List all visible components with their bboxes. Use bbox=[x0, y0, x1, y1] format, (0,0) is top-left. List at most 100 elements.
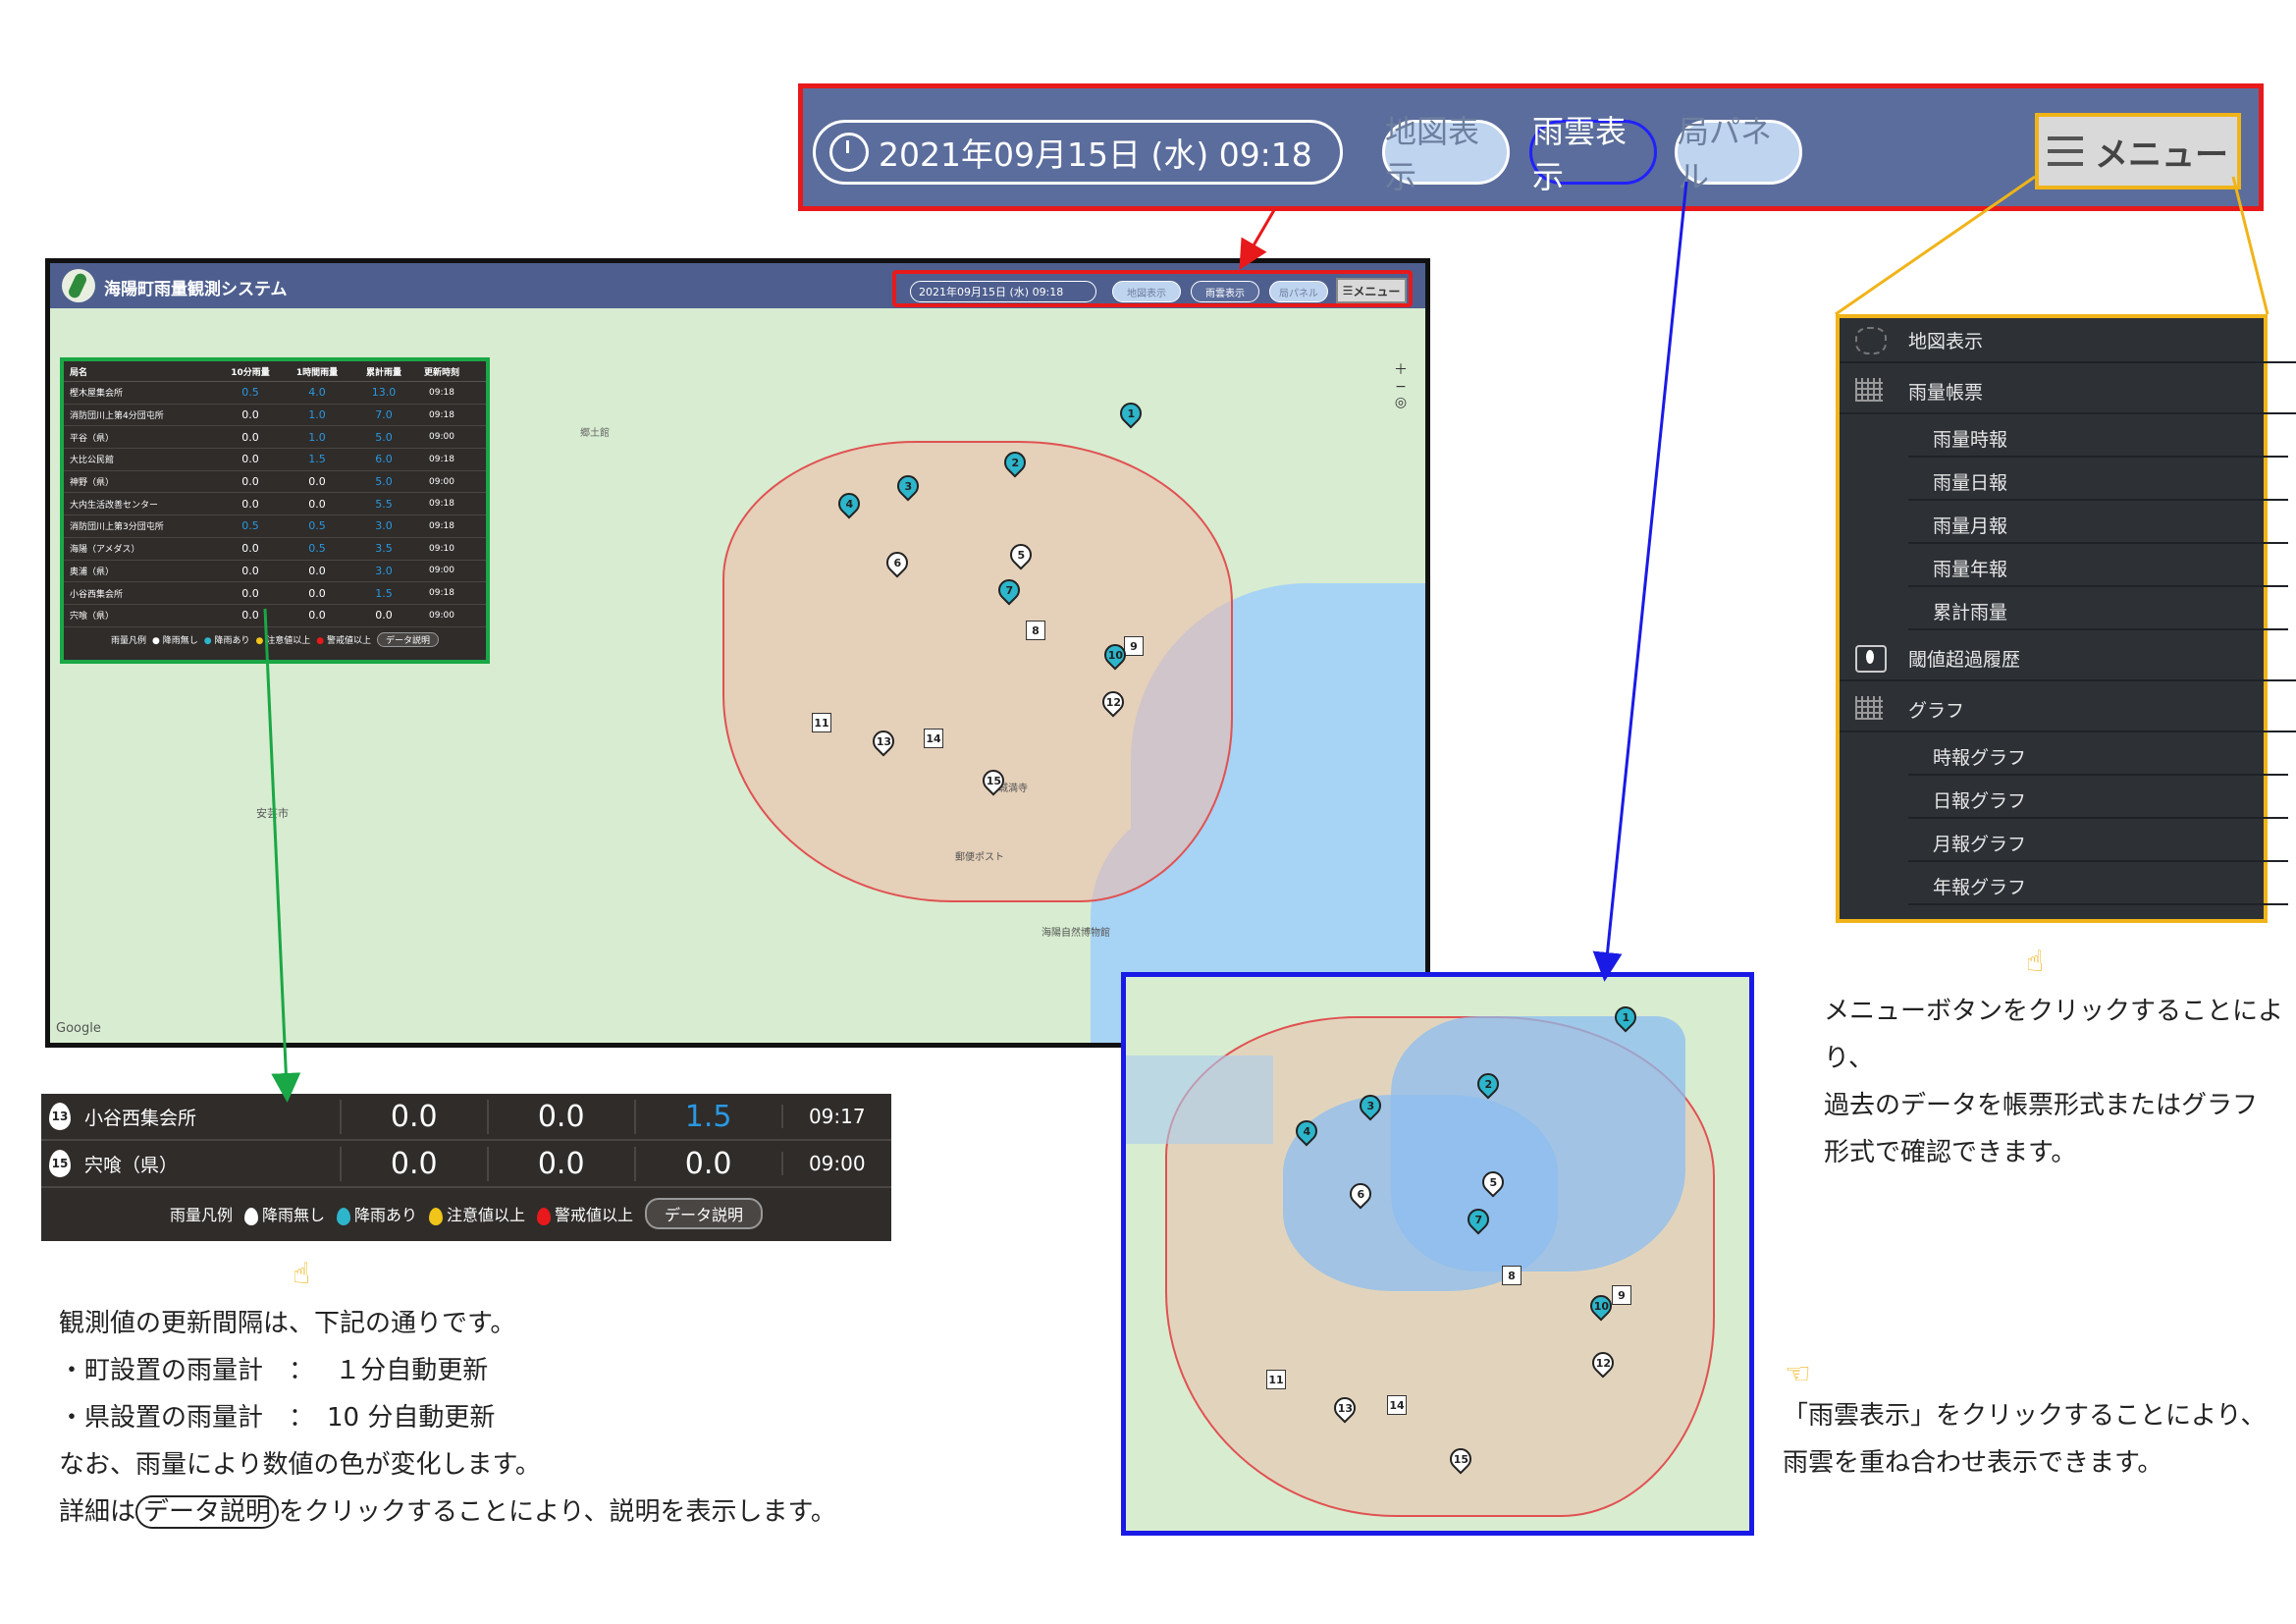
table-row[interactable]: 15 宍喰（県） 0.0 0.0 0.0 09:00 bbox=[41, 1141, 891, 1188]
rain-1hour: 0.0 bbox=[308, 497, 326, 511]
menu-item[interactable]: 地図表示 bbox=[1840, 318, 2296, 363]
header-time: 更新時刻 bbox=[423, 367, 459, 378]
mini-rain-button[interactable]: 雨雲表示 bbox=[1191, 281, 1259, 302]
update-note: 観測値の更新間隔は、下記の通りです。 ・町設置の雨量計 ： １分自動更新 ・県設… bbox=[59, 1300, 836, 1536]
menu-item[interactable]: 日報グラフ bbox=[1908, 782, 2288, 819]
rain-cloud-button[interactable]: 雨雲表示 bbox=[1529, 113, 1657, 195]
station-marker[interactable]: 9 bbox=[1124, 636, 1144, 656]
table-row[interactable]: 海陽（アメダス） 0.0 0.5 3.5 09:10 bbox=[64, 538, 486, 561]
mini-menu-label: メニュー bbox=[1353, 284, 1401, 298]
update-time: 09:18 bbox=[429, 588, 454, 599]
station-name: 宍喰（県） bbox=[70, 612, 115, 623]
station-name-text: 小谷西集会所 bbox=[84, 1107, 197, 1129]
station-name: 海陽（アメダス） bbox=[70, 545, 140, 556]
rain-1hour: 0.0 bbox=[486, 1146, 634, 1181]
station-marker[interactable]: 11 bbox=[812, 713, 831, 732]
note-line: なお、雨量により数値の色が変化します。 bbox=[59, 1450, 541, 1480]
note-line: 過去のデータを帳票形式またはグラフ bbox=[1824, 1091, 2259, 1120]
station-name: 大比公民館 bbox=[70, 456, 115, 466]
blue-connector bbox=[1592, 181, 1688, 982]
town-boundary bbox=[722, 441, 1233, 902]
table-row[interactable]: 平谷（県） 0.0 1.0 5.0 09:00 bbox=[64, 426, 486, 450]
table-row[interactable]: 宍喰（県） 0.0 0.0 0.0 09:00 bbox=[64, 605, 486, 627]
table-body: 樫木屋集会所 0.5 4.0 13.0 09:18 消防団川上第4分団屯所 0.0 1.0 7.… bbox=[64, 382, 486, 627]
mini-map-button[interactable]: 地図表示 bbox=[1112, 281, 1181, 302]
menu-item[interactable]: 閾値超過履歴 bbox=[1840, 636, 2296, 681]
map[interactable]: 郷土館 安芸市 海陽自然博物館 城満寺 郵便ポスト Google 1 2 3 4… bbox=[50, 308, 1425, 1043]
table-row[interactable]: 神野（県） 0.0 0.0 5.0 09:00 bbox=[64, 471, 486, 494]
rain-1hour: 4.0 bbox=[308, 386, 326, 400]
update-time: 09:10 bbox=[429, 543, 454, 554]
map-label: 安芸市 bbox=[256, 807, 289, 820]
rain-1hour: 0.0 bbox=[308, 586, 326, 600]
menu-item[interactable]: 雨量日報 bbox=[1908, 463, 2288, 501]
menu-item-label: 雨量年報 bbox=[1933, 558, 2008, 580]
map-view-button[interactable]: 地図表示 bbox=[1382, 113, 1510, 195]
map-icon bbox=[1855, 327, 1887, 354]
table-row[interactable]: 樫木屋集会所 0.5 4.0 13.0 09:18 bbox=[64, 382, 486, 405]
table-row[interactable]: 消防団川上第3分団屯所 0.5 0.5 3.0 09:18 bbox=[64, 515, 486, 538]
menu-item[interactable]: 雨量帳票 bbox=[1840, 369, 2296, 414]
rain-10min: 0.5 bbox=[241, 386, 259, 400]
rain-1hour: 1.0 bbox=[308, 408, 326, 422]
legend-rain: ● 降雨あり bbox=[203, 636, 250, 647]
update-time: 09:18 bbox=[429, 409, 454, 420]
table-row[interactable]: 13 小谷西集会所 0.0 0.0 1.5 09:17 bbox=[41, 1094, 891, 1141]
station-marker[interactable]: 11 bbox=[1266, 1370, 1286, 1389]
menu-item-label: 雨量日報 bbox=[1933, 471, 2008, 494]
station-name: 15 宍喰（県） bbox=[41, 1150, 340, 1177]
rain-1hour: 1.5 bbox=[308, 453, 326, 466]
table-row[interactable]: 小谷西集会所 0.0 0.0 1.5 09:18 bbox=[64, 582, 486, 605]
menu-item[interactable]: 雨量時報 bbox=[1908, 420, 2288, 458]
legend-caution: ● 注意値以上 bbox=[255, 636, 311, 647]
zoomed-header-callout: 2021年09月15日 (水) 09:18 地図表示 雨雲表示 局パネル メニュ… bbox=[798, 83, 2264, 211]
header-controls: 2021年09月15日 (水) 09:18 地図表示 雨雲表示 局パネル ☰ メ… bbox=[892, 270, 1413, 307]
table-row[interactable]: 消防団川上第4分団屯所 0.0 1.0 7.0 09:18 bbox=[64, 405, 486, 427]
pointing-hand-icon: ☜ bbox=[1785, 1357, 1811, 1391]
menu-item[interactable]: 月報グラフ bbox=[1908, 825, 2288, 862]
red-connector bbox=[1239, 209, 1276, 270]
update-time: 09:00 bbox=[429, 610, 454, 621]
zoomed-table-callout: 13 小谷西集会所 0.0 0.0 1.5 09:17 15 宍喰（県） 0.0 0.0 0.0 09… bbox=[41, 1094, 891, 1241]
table-row[interactable]: 大内生活改善センター 0.0 0.0 5.5 09:18 bbox=[64, 493, 486, 516]
menu-button[interactable]: メニュー bbox=[2035, 113, 2241, 189]
menu-item[interactable]: グラフ bbox=[1840, 687, 2296, 732]
header-total: 累計雨量 bbox=[365, 367, 401, 378]
zoom-out-icon[interactable]: − bbox=[1390, 379, 1412, 395]
rain-total: 5.5 bbox=[375, 497, 393, 511]
rain-10min: 0.5 bbox=[241, 519, 259, 533]
legend-title: 雨量凡例 bbox=[111, 636, 147, 647]
grid-icon bbox=[1855, 378, 1883, 402]
table-row[interactable]: 大比公民館 0.0 1.5 6.0 09:18 bbox=[64, 449, 486, 471]
menu-item[interactable]: 時報グラフ bbox=[1908, 738, 2288, 776]
mini-datetime: 2021年09月15日 (水) 09:18 bbox=[910, 281, 1096, 302]
pointing-hand-icon: ☝ bbox=[2026, 945, 2045, 979]
table-row[interactable]: 奥浦（県） 0.0 0.0 3.0 09:00 bbox=[64, 561, 486, 583]
rain-10min: 0.0 bbox=[339, 1099, 487, 1134]
station-marker[interactable]: 14 bbox=[1387, 1395, 1407, 1415]
menu-item[interactable]: 雨量月報 bbox=[1908, 507, 2288, 544]
mini-menu-button[interactable]: ☰ メニュー bbox=[1336, 278, 1407, 303]
menu-item[interactable]: 雨量年報 bbox=[1908, 550, 2288, 587]
station-marker[interactable]: 9 bbox=[1612, 1285, 1631, 1305]
zoom-controls[interactable]: ＋ − ◎ bbox=[1390, 359, 1412, 428]
data-explain-button[interactable]: データ説明 bbox=[376, 632, 439, 648]
locate-icon[interactable]: ◎ bbox=[1390, 395, 1412, 410]
rain-10min: 0.0 bbox=[339, 1146, 487, 1181]
station-marker[interactable]: 8 bbox=[1502, 1266, 1522, 1285]
rain-total: 0.0 bbox=[633, 1146, 781, 1181]
station-name: 消防団川上第3分団屯所 bbox=[70, 522, 164, 533]
header-10min: 10分雨量 bbox=[231, 367, 270, 378]
station-marker[interactable]: 1 bbox=[1115, 398, 1147, 429]
zoom-in-icon[interactable]: ＋ bbox=[1390, 359, 1412, 379]
station-marker[interactable]: 8 bbox=[1026, 621, 1045, 640]
data-explain-button[interactable]: データ説明 bbox=[645, 1198, 764, 1229]
mini-panel-button[interactable]: 局パネル bbox=[1269, 281, 1328, 302]
menu-item[interactable]: 年報グラフ bbox=[1908, 868, 2288, 905]
station-marker[interactable]: 14 bbox=[924, 729, 943, 748]
station-panel-button[interactable]: 局パネル bbox=[1675, 113, 1802, 195]
rain-10min: 0.0 bbox=[241, 408, 259, 422]
rain-10min: 0.0 bbox=[241, 475, 259, 489]
menu-item[interactable]: 累計雨量 bbox=[1908, 593, 2288, 630]
rain-cloud-overlay bbox=[1283, 1095, 1558, 1291]
